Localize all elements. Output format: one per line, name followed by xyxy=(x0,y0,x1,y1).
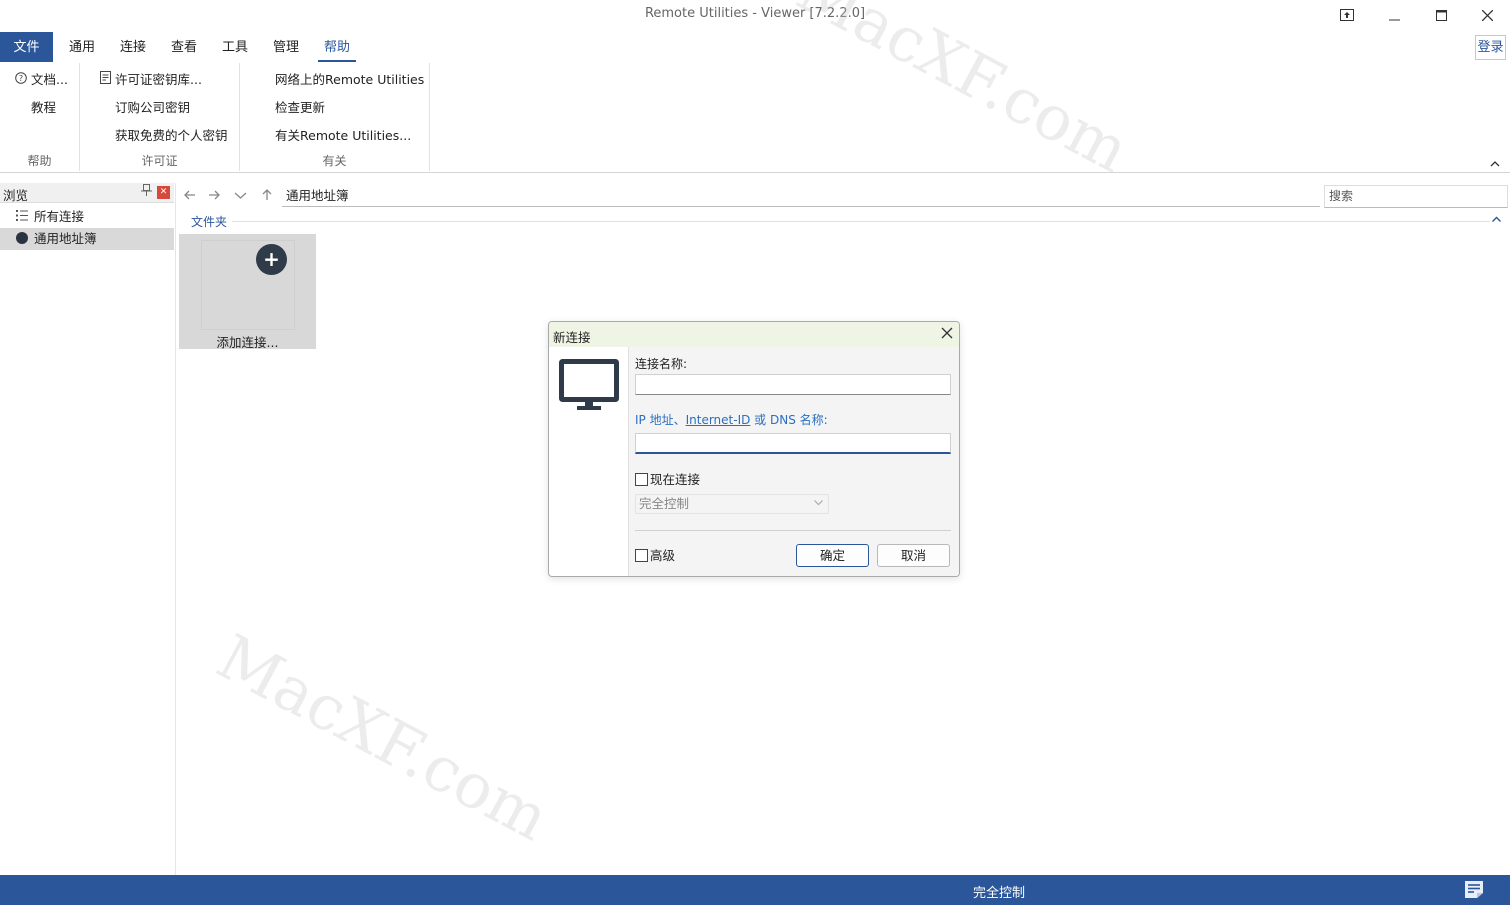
address-label: IP 地址、Internet-ID 或 DNS 名称: xyxy=(635,411,828,428)
connection-name-field[interactable] xyxy=(635,374,951,395)
address-bar[interactable]: 通用地址簿 xyxy=(282,185,1320,207)
browse-pane: 浏览 ✕ 所有连接 通用地址簿 xyxy=(0,183,176,875)
dialog-separator xyxy=(635,530,951,531)
pin-icon[interactable] xyxy=(141,184,152,199)
chevron-down-icon[interactable] xyxy=(234,187,247,205)
title-bar: Remote Utilities - Viewer [7.2.2.0] xyxy=(0,0,1510,31)
dialog-icon-panel xyxy=(549,347,629,576)
list-icon xyxy=(15,206,29,228)
advanced-label: 高级 xyxy=(650,548,676,563)
tab-view[interactable]: 查看 xyxy=(163,32,205,62)
document-icon xyxy=(98,71,112,91)
dialog-close-icon[interactable] xyxy=(941,324,953,344)
svg-text:?: ? xyxy=(19,74,23,83)
connect-now-checkbox[interactable]: 现在连接 xyxy=(635,472,700,488)
tab-help[interactable]: 帮助 xyxy=(316,32,358,62)
checkbox-box xyxy=(635,549,648,562)
connection-mode-select[interactable]: 完全控制 xyxy=(635,494,829,514)
collapse-ribbon-icon[interactable] xyxy=(1490,156,1500,170)
connection-name-label: 连接名称: xyxy=(635,357,688,371)
advanced-checkbox[interactable]: 高级 xyxy=(635,548,675,564)
notes-icon[interactable] xyxy=(1464,880,1484,902)
license-keychain-label: 许可证密钥库... xyxy=(115,72,202,87)
connect-now-label: 现在连接 xyxy=(650,472,701,487)
search-input[interactable]: 搜索 xyxy=(1324,185,1508,208)
login-button[interactable]: 登录 xyxy=(1475,35,1506,60)
section-collapse-icon[interactable] xyxy=(1492,214,1501,225)
dialog-title: 新连接 xyxy=(553,330,591,345)
window-title: Remote Utilities - Viewer [7.2.2.0] xyxy=(644,6,866,21)
restore-layout-icon[interactable] xyxy=(1324,0,1370,30)
dialog-title-bar: 新连接 xyxy=(549,322,959,347)
plus-icon: + xyxy=(256,244,287,275)
tab-connection[interactable]: 连接 xyxy=(112,32,154,62)
order-company-key-button[interactable]: 订购公司密钥 xyxy=(115,98,190,118)
online-button[interactable]: 网络上的Remote Utilities xyxy=(275,70,424,90)
watermark: MacXF.com xyxy=(205,620,561,855)
address-label-prefix: IP 地址、 xyxy=(635,413,686,427)
status-bar: 完全控制 xyxy=(0,875,1510,905)
close-button[interactable] xyxy=(1464,0,1510,30)
maximize-button[interactable] xyxy=(1418,0,1464,30)
tab-manage[interactable]: 管理 xyxy=(265,32,307,62)
tab-file[interactable]: 文件 xyxy=(0,32,53,62)
up-arrow-icon[interactable] xyxy=(261,187,273,205)
addressbook-dot-icon xyxy=(15,228,29,250)
chevron-down-icon xyxy=(814,495,823,513)
ribbon-group-help: ? 文档... 教程 帮助 xyxy=(0,63,80,171)
tree-item-all-connections[interactable]: 所有连接 xyxy=(0,206,174,228)
forward-arrow-icon[interactable] xyxy=(208,187,221,205)
new-connection-dialog: 新连接 连接名称: IP 地址、Internet-ID 或 DNS 名称: 现在… xyxy=(548,321,960,577)
section-divider xyxy=(232,221,1490,222)
tab-general[interactable]: 通用 xyxy=(61,32,103,62)
tree-item-general-addressbook[interactable]: 通用地址簿 xyxy=(0,228,174,250)
status-text: 完全控制 xyxy=(973,886,1026,901)
check-updates-button[interactable]: 检查更新 xyxy=(275,98,325,118)
address-label-suffix: 或 DNS 名称: xyxy=(750,413,828,427)
internet-id-link[interactable]: Internet-ID xyxy=(686,413,751,427)
docs-label: 文档... xyxy=(31,72,68,87)
add-connection-tile[interactable]: + 添加连接... xyxy=(179,234,316,350)
ribbon-tabs: 文件 通用 连接 查看 工具 管理 帮助 登录 xyxy=(0,32,1510,62)
nav-bar: 通用地址簿 搜索 xyxy=(178,185,1510,209)
group-label-license: 许可证 xyxy=(141,154,178,168)
ribbon-group-license: 许可证密钥库... 订购公司密钥 获取免费的个人密钥 许可证 xyxy=(80,63,240,171)
folder-section-header[interactable]: 文件夹 xyxy=(191,213,227,230)
docs-button[interactable]: ? 文档... xyxy=(14,70,68,90)
group-label-about: 有关 xyxy=(322,154,347,168)
tree-item-label: 所有连接 xyxy=(34,209,85,224)
browse-pane-header: 浏览 ✕ xyxy=(0,183,174,203)
help-circle-icon: ? xyxy=(14,71,28,91)
add-connection-label: 添加连接... xyxy=(216,335,279,350)
license-keychain-button[interactable]: 许可证密钥库... xyxy=(98,70,202,90)
get-free-key-button[interactable]: 获取免费的个人密钥 xyxy=(115,126,228,146)
ribbon-group-about: 网络上的Remote Utilities 检查更新 有关Remote Utili… xyxy=(240,63,430,171)
cancel-button[interactable]: 取消 xyxy=(877,544,950,567)
ok-button[interactable]: 确定 xyxy=(796,544,869,567)
tab-tools[interactable]: 工具 xyxy=(214,32,256,62)
about-button[interactable]: 有关Remote Utilities... xyxy=(275,126,411,146)
monitor-icon xyxy=(559,359,619,418)
connection-mode-value: 完全控制 xyxy=(639,496,690,511)
address-field[interactable] xyxy=(635,433,951,454)
tree-item-label: 通用地址簿 xyxy=(34,231,97,246)
ribbon-body: ? 文档... 教程 帮助 许可证密钥库... 订购公司密钥 获取免费的个人密钥… xyxy=(0,63,1510,173)
checkbox-box xyxy=(635,473,648,486)
tutorial-button[interactable]: 教程 xyxy=(31,98,56,118)
minimize-button[interactable] xyxy=(1371,0,1417,30)
group-label-help: 帮助 xyxy=(27,154,52,168)
dialog-body: 连接名称: IP 地址、Internet-ID 或 DNS 名称: 现在连接 完… xyxy=(629,347,959,576)
back-arrow-icon[interactable] xyxy=(183,187,196,205)
browse-pane-title: 浏览 xyxy=(3,188,29,203)
close-pane-icon[interactable]: ✕ xyxy=(157,186,170,199)
